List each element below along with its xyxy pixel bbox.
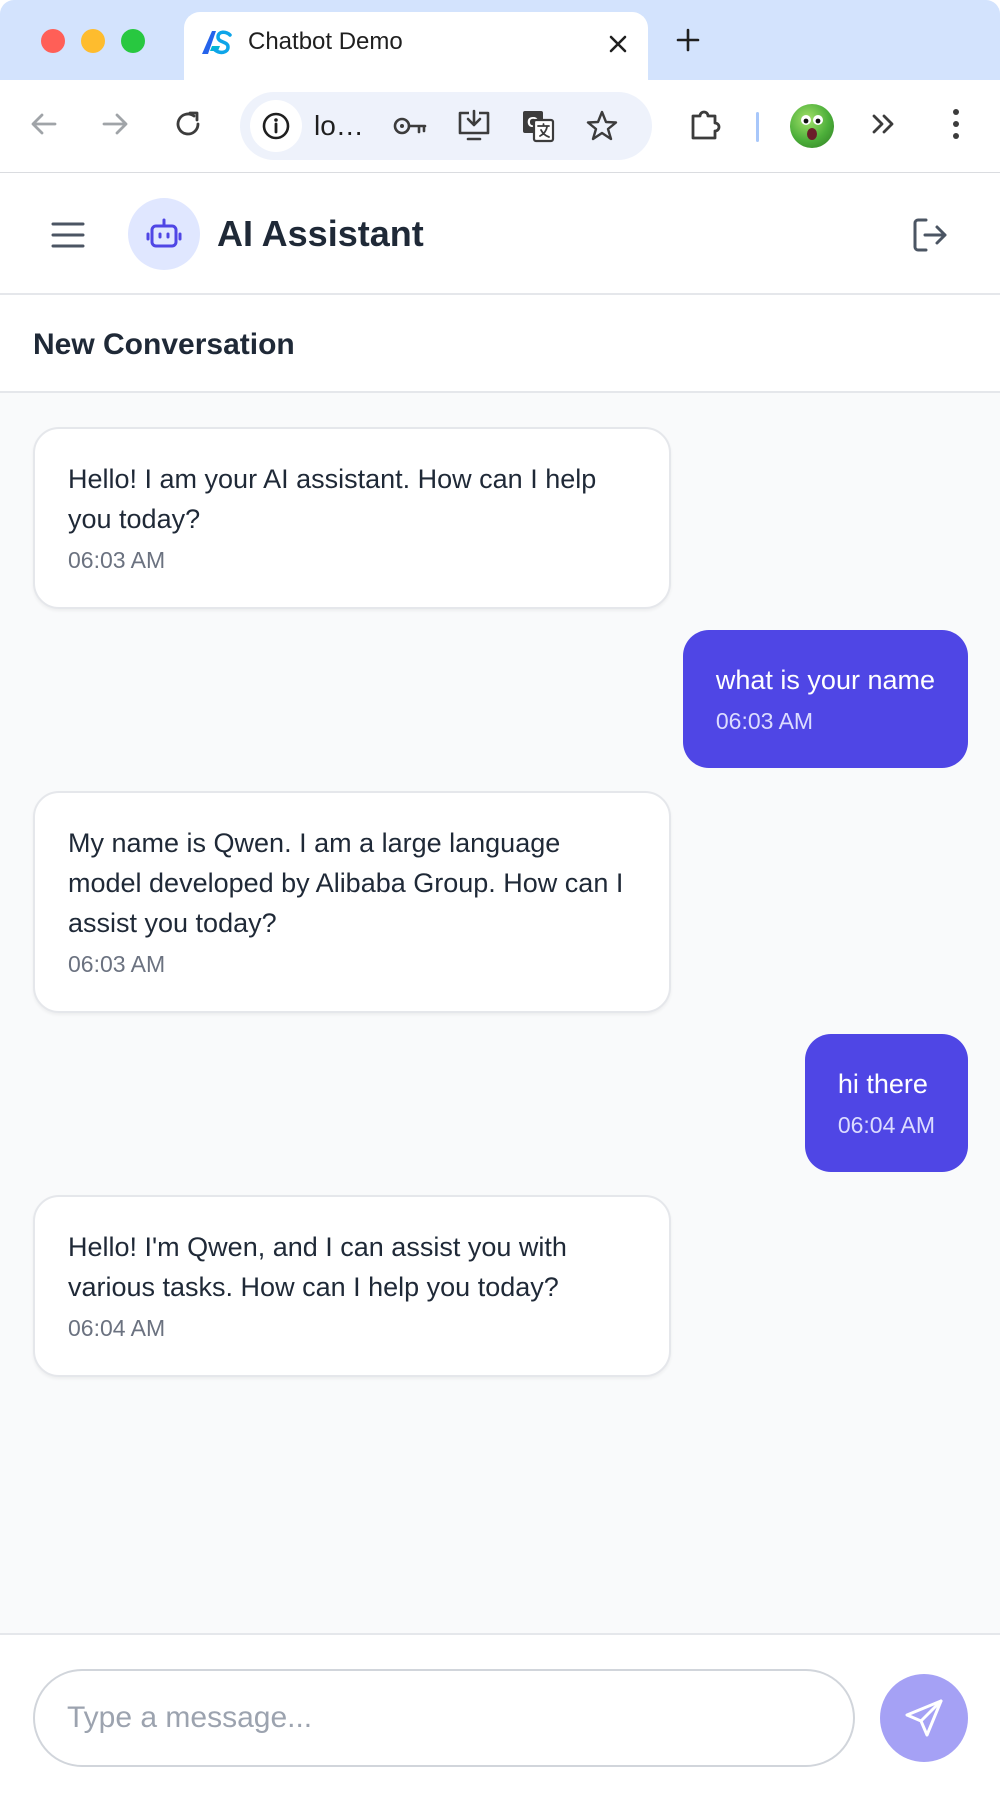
paper-plane-icon xyxy=(905,1699,943,1737)
install-app-icon[interactable] xyxy=(454,106,494,146)
more-tools-chevron-icon[interactable] xyxy=(862,102,906,146)
message-composer xyxy=(0,1633,1000,1798)
app-header: AI Assistant xyxy=(0,173,1000,295)
url-text[interactable]: lo… xyxy=(314,110,364,142)
conversation-title: New Conversation xyxy=(33,328,295,361)
toolbar-divider xyxy=(756,112,759,142)
forward-arrow-icon[interactable] xyxy=(93,102,137,146)
send-button[interactable] xyxy=(880,1674,968,1762)
tab-title: Chatbot Demo xyxy=(248,28,403,55)
favicon-icon xyxy=(202,30,232,55)
reload-icon[interactable] xyxy=(166,102,210,146)
bookmark-star-icon[interactable] xyxy=(582,106,622,146)
hamburger-menu-icon[interactable] xyxy=(46,213,90,257)
message-text: what is your name xyxy=(715,665,935,695)
user-message: what is your name 06:03 AM xyxy=(682,630,968,768)
bot-avatar xyxy=(128,198,200,270)
tab-strip: Chatbot Demo xyxy=(0,0,1000,80)
browser-toolbar: lo… G xyxy=(0,80,1000,173)
new-tab-icon[interactable] xyxy=(672,22,704,58)
message-list[interactable]: Hello! I am your AI assistant. How can I… xyxy=(0,393,1000,1633)
extensions-puzzle-icon[interactable] xyxy=(684,102,728,146)
message-timestamp: 06:03 AM xyxy=(68,951,166,977)
password-key-icon[interactable] xyxy=(390,106,430,146)
maximize-window-button[interactable] xyxy=(121,29,145,53)
robot-icon xyxy=(146,218,182,248)
assistant-message: My name is Qwen. I am a large language m… xyxy=(33,791,671,1013)
message-timestamp: 06:03 AM xyxy=(715,708,814,734)
message-text: hi there xyxy=(837,1069,928,1099)
kebab-menu-icon[interactable] xyxy=(934,102,978,146)
assistant-message: Hello! I am your AI assistant. How can I… xyxy=(33,427,671,609)
user-message: hi there 06:04 AM xyxy=(804,1034,968,1172)
message-text: Hello! I'm Qwen, and I can assist you wi… xyxy=(68,1232,567,1302)
logout-icon[interactable] xyxy=(908,213,952,257)
back-arrow-icon[interactable] xyxy=(22,102,66,146)
assistant-message: Hello! I'm Qwen, and I can assist you wi… xyxy=(33,1195,671,1377)
message-timestamp: 06:04 AM xyxy=(837,1112,935,1138)
message-input[interactable] xyxy=(33,1669,855,1767)
message-text: My name is Qwen. I am a large language m… xyxy=(68,828,624,938)
close-window-button[interactable] xyxy=(41,29,65,53)
message-timestamp: 06:04 AM xyxy=(68,1315,166,1341)
site-info-icon[interactable] xyxy=(250,100,302,152)
profile-avatar[interactable] xyxy=(790,104,834,148)
message-text: Hello! I am your AI assistant. How can I… xyxy=(68,464,597,534)
message-timestamp: 06:03 AM xyxy=(68,547,166,573)
address-bar[interactable]: lo… G xyxy=(240,92,652,160)
browser-window: Chatbot Demo lo… AI Assistant New Conver… xyxy=(0,0,1000,1798)
browser-tab-active[interactable]: Chatbot Demo xyxy=(184,12,648,80)
tab-close-icon[interactable] xyxy=(602,28,634,60)
minimize-window-button[interactable] xyxy=(81,29,105,53)
conversation-header: New Conversation xyxy=(0,295,1000,393)
translate-icon[interactable]: G xyxy=(518,106,558,146)
app-title: AI Assistant xyxy=(217,213,424,254)
